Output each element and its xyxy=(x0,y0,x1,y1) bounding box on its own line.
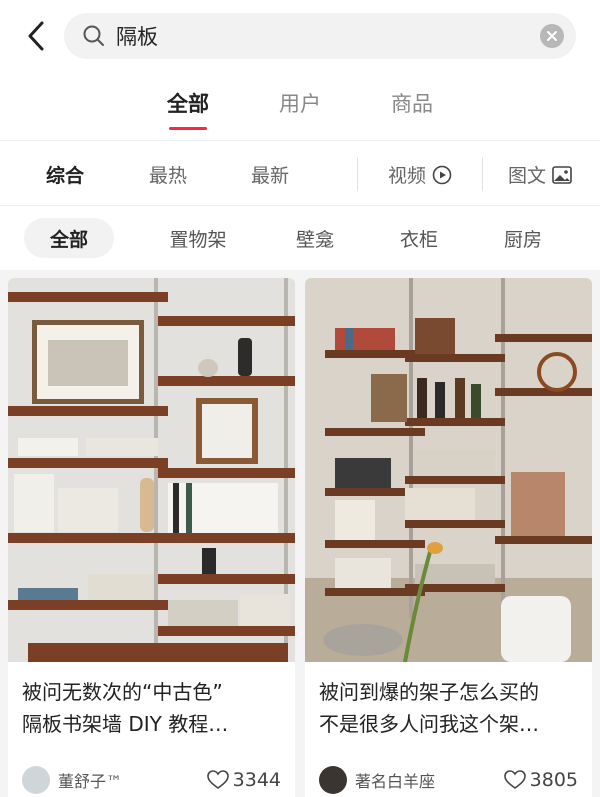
post-title-line: 不是很多人问我这个架… xyxy=(319,712,539,736)
post-cover-image[interactable] xyxy=(305,278,592,662)
author-name[interactable]: 董舒子™ xyxy=(58,768,207,792)
divider xyxy=(482,157,483,191)
filter-video-label: 视频 xyxy=(388,165,427,187)
like-count: 3805 xyxy=(529,769,578,791)
chip-wardrobe[interactable]: 衣柜 xyxy=(374,218,464,258)
close-icon xyxy=(547,31,557,41)
post-title[interactable]: 被问到爆的架子怎么买的 不是很多人问我这个架… xyxy=(305,662,592,754)
tab-all[interactable]: 全部 xyxy=(167,88,209,130)
post-card[interactable]: 被问到爆的架子怎么买的 不是很多人问我这个架… 著名白羊座 3805 xyxy=(305,278,592,797)
tab-products[interactable]: 商品 xyxy=(391,88,433,124)
filter-image-text-label: 图文 xyxy=(508,165,547,187)
like-button[interactable]: 3344 xyxy=(206,769,281,791)
sort-hottest[interactable]: 最热 xyxy=(149,161,187,188)
chip-all[interactable]: 全部 xyxy=(24,218,114,258)
post-title[interactable]: 被问无数次的“中古色” 隔板书架墙 DIY 教程… xyxy=(8,662,295,754)
image-icon xyxy=(552,165,572,184)
like-count: 3344 xyxy=(232,769,281,791)
clear-button[interactable] xyxy=(540,24,564,48)
post-title-line: 被问无数次的“中古色” xyxy=(22,680,223,704)
search-query: 隔板 xyxy=(116,25,158,49)
author-name[interactable]: 著名白羊座 xyxy=(355,768,504,792)
sort-newest[interactable]: 最新 xyxy=(251,161,289,188)
chevron-left-icon xyxy=(28,21,44,51)
heart-icon xyxy=(503,770,526,789)
post-feed: 被问无数次的“中古色” 隔板书架墙 DIY 教程… 董舒子™ 3344 被问到爆… xyxy=(0,270,600,797)
search-input[interactable]: 隔板 xyxy=(64,13,576,59)
avatar[interactable] xyxy=(319,766,347,794)
play-icon xyxy=(432,165,452,184)
post-meta: 董舒子™ 3344 xyxy=(8,754,295,797)
result-tabs: 全部 用户 商品 xyxy=(0,72,600,140)
post-cover-image[interactable] xyxy=(8,278,295,662)
chip-niche[interactable]: 壁龛 xyxy=(270,218,360,258)
post-title-line: 被问到爆的架子怎么买的 xyxy=(319,680,539,704)
sort-comprehensive[interactable]: 综合 xyxy=(46,161,84,188)
top-bar: 隔板 全部 用户 商品 综合 最热 最新 视频 图文 全部 置物架 壁龛 衣柜 … xyxy=(0,0,600,270)
chip-kitchen[interactable]: 厨房 xyxy=(478,218,568,258)
divider xyxy=(357,157,358,191)
back-button[interactable] xyxy=(18,18,54,54)
post-card[interactable]: 被问无数次的“中古色” 隔板书架墙 DIY 教程… 董舒子™ 3344 xyxy=(8,278,295,797)
chip-shelf[interactable]: 置物架 xyxy=(140,218,256,258)
filter-video[interactable]: 视频 xyxy=(388,161,452,188)
search-icon xyxy=(83,25,104,46)
category-chips: 全部 置物架 壁龛 衣柜 厨房 xyxy=(0,206,600,270)
filter-image-text[interactable]: 图文 xyxy=(508,161,572,188)
like-button[interactable]: 3805 xyxy=(503,769,578,791)
sort-bar: 综合 最热 最新 视频 图文 xyxy=(0,140,600,206)
search-bar: 隔板 xyxy=(0,0,600,72)
avatar[interactable] xyxy=(22,766,50,794)
heart-icon xyxy=(206,770,229,789)
post-title-line: 隔板书架墙 DIY 教程… xyxy=(22,712,229,736)
tab-users[interactable]: 用户 xyxy=(279,88,321,124)
post-meta: 著名白羊座 3805 xyxy=(305,754,592,797)
